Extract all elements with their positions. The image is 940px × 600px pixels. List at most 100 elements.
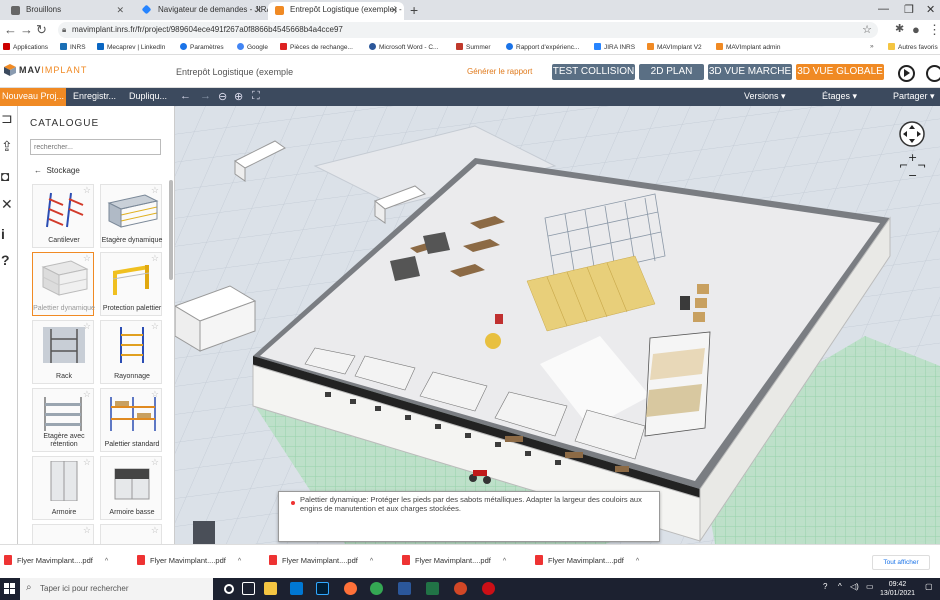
undo-icon[interactable]: ←: [180, 90, 191, 102]
new-project-button[interactable]: Nouveau Proj...: [0, 88, 66, 106]
file-explorer-icon[interactable]: [264, 582, 277, 595]
excel-icon[interactable]: [426, 582, 439, 595]
favorite-star-icon[interactable]: ☆: [151, 389, 159, 400]
catalogue-search-input[interactable]: [30, 139, 161, 155]
close-window-icon[interactable]: ✕: [926, 3, 935, 16]
bookmark-google[interactable]: Google: [237, 43, 268, 51]
bookmark-jira[interactable]: JIRA INRS: [594, 43, 635, 51]
share-menu[interactable]: Partager ▾: [893, 91, 935, 102]
chevron-up-icon[interactable]: ^: [105, 558, 108, 565]
info-icon[interactable]: i: [1, 226, 5, 242]
catalogue-item-etagere-dynamique[interactable]: ☆ Etagère dynamique: [100, 184, 162, 248]
maximize-icon[interactable]: ❐: [904, 3, 914, 16]
menu-icon[interactable]: ⋮: [928, 22, 940, 38]
bookmark-applications[interactable]: Applications: [3, 43, 48, 51]
system-clock[interactable]: 09:42 13/01/2021: [880, 580, 915, 598]
favorite-star-icon[interactable]: ☆: [83, 525, 91, 536]
network-icon[interactable]: ▭: [866, 582, 874, 591]
task-view-icon[interactable]: [242, 582, 255, 595]
taskbar-search-input[interactable]: ⌕ Taper ici pour rechercher: [20, 578, 213, 600]
favorite-star-icon[interactable]: ☆: [83, 321, 91, 332]
bookmark-word[interactable]: Microsoft Word - C...: [369, 43, 438, 51]
favorite-star-icon[interactable]: ☆: [151, 185, 159, 196]
bookmark-other[interactable]: Autres favoris: [888, 43, 938, 51]
zoom-control-icon[interactable]: + ⌐ ¬ −: [899, 151, 926, 182]
favorite-star-icon[interactable]: ☆: [151, 525, 159, 536]
url-text[interactable]: mavimplant.inrs.fr/fr/project/989604ece4…: [72, 25, 343, 34]
catalogue-item-etagere-retention[interactable]: ☆ Etagère avec rétention: [32, 388, 94, 452]
bookmark-inrs[interactable]: INRS: [60, 43, 86, 51]
mavimplant-logo[interactable]: MAVIMPLANT: [4, 64, 87, 76]
catalogue-item-palettier-standard[interactable]: ☆ Palettier standard: [100, 388, 162, 452]
favorite-star-icon[interactable]: ☆: [151, 253, 159, 264]
pan-control-icon[interactable]: [899, 121, 925, 147]
close-icon[interactable]: ✕: [116, 5, 124, 16]
catalogue-item-armoire-basse[interactable]: ☆ Armoire basse: [100, 456, 162, 520]
volume-icon[interactable]: ◁): [850, 582, 859, 591]
download-item[interactable]: Flyer Mavimplant....pdf ^: [4, 555, 108, 565]
camera-icon[interactable]: ◘: [1, 168, 9, 184]
download-item[interactable]: Flyer Mavimplant....pdf ^: [402, 555, 506, 565]
chevron-up-icon[interactable]: ^: [503, 558, 506, 565]
bookmarks-overflow-icon[interactable]: »: [870, 43, 874, 50]
catalogue-item-partial[interactable]: ☆: [100, 524, 162, 544]
bookmark-star-icon[interactable]: ☆: [862, 23, 872, 36]
versions-menu[interactable]: Versions ▾: [744, 91, 786, 102]
zoom-in-icon[interactable]: ⊕: [234, 90, 243, 103]
catalogue-item-palettier-dynamique[interactable]: ☆ Palettier dynamique: [32, 252, 95, 316]
close-icon[interactable]: ✕: [390, 5, 398, 16]
favorite-star-icon[interactable]: ☆: [151, 321, 159, 332]
favorite-star-icon[interactable]: ☆: [83, 457, 91, 468]
redo-icon[interactable]: →: [200, 90, 211, 102]
project-title[interactable]: Entrepôt Logistique (exemple: [176, 67, 293, 77]
download-item[interactable]: Flyer Mavimplant....pdf ^: [535, 555, 639, 565]
close-icon[interactable]: ✕: [254, 5, 262, 16]
extensions-icon[interactable]: ✱: [895, 22, 904, 35]
chevron-up-icon[interactable]: ^: [636, 558, 639, 565]
powerpoint-icon[interactable]: [454, 582, 467, 595]
catalogue-item-armoire[interactable]: ☆ Armoire: [32, 456, 94, 520]
bookmark-rapport[interactable]: Rapport d'expérienc...: [506, 43, 579, 51]
firefox-icon[interactable]: [344, 582, 357, 595]
bookmark-pieces[interactable]: Pièces de rechange...: [280, 43, 353, 51]
duplicate-button[interactable]: Dupliqu...: [129, 91, 167, 101]
bookmark-mavimplant-admin[interactable]: MAVImplant admin: [716, 43, 780, 51]
catalogue-item-rack[interactable]: ☆ Rack: [32, 320, 94, 384]
download-item[interactable]: Flyer Mavimplant....pdf ^: [269, 555, 373, 565]
bookmark-summer[interactable]: Summer: [456, 43, 491, 51]
user-avatar-icon[interactable]: [926, 65, 940, 82]
help-tray-icon[interactable]: ?: [823, 582, 827, 591]
chevron-up-icon[interactable]: ^: [238, 558, 241, 565]
fullscreen-icon[interactable]: ⛶: [252, 90, 260, 103]
3d-viewport[interactable]: [175, 106, 940, 544]
3d-scene[interactable]: [175, 106, 940, 544]
help-icon[interactable]: ?: [1, 252, 10, 268]
reload-icon[interactable]: ↻: [36, 22, 47, 38]
catalogue-scrollbar[interactable]: [169, 180, 173, 280]
forward-icon[interactable]: →: [20, 22, 33, 37]
minimize-icon[interactable]: —: [878, 3, 889, 15]
download-item[interactable]: Flyer Mavimplant....pdf ^: [137, 555, 241, 565]
sofa-icon[interactable]: ⊐: [1, 110, 13, 127]
tools-icon[interactable]: ✕: [1, 196, 13, 213]
generate-report-link[interactable]: Générer le rapport: [467, 67, 532, 76]
2d-plan-button[interactable]: 2D PLAN: [639, 64, 704, 80]
windows-start-icon[interactable]: [4, 583, 15, 594]
zoom-out-icon[interactable]: ⊖: [218, 90, 227, 103]
3d-vue-globale-button[interactable]: 3D VUE GLOBALE: [796, 64, 884, 80]
tray-chevron-icon[interactable]: ^: [838, 582, 842, 591]
photoshop-icon[interactable]: [316, 582, 329, 595]
catalogue-item-rayonnage[interactable]: ☆ Rayonnage: [100, 320, 162, 384]
notifications-icon[interactable]: ▢: [925, 582, 933, 591]
catalogue-item-partial[interactable]: ☆: [32, 524, 94, 544]
tab-brouillons[interactable]: Brouillons ✕: [4, 2, 130, 20]
new-tab-button[interactable]: +: [410, 2, 418, 18]
category-back-button[interactable]: ← Stockage: [34, 166, 80, 175]
outlook-icon[interactable]: [290, 582, 303, 595]
bookmark-mavimplant-v2[interactable]: MAVImplant V2: [647, 43, 702, 51]
profile-icon[interactable]: ●: [912, 22, 920, 37]
tab-entrepot[interactable]: Entrepôt Logistique (exemple) - I ✕: [268, 2, 404, 20]
favorite-star-icon[interactable]: ☆: [83, 389, 91, 400]
back-icon[interactable]: ←: [4, 22, 17, 37]
chrome-icon[interactable]: [370, 582, 383, 595]
